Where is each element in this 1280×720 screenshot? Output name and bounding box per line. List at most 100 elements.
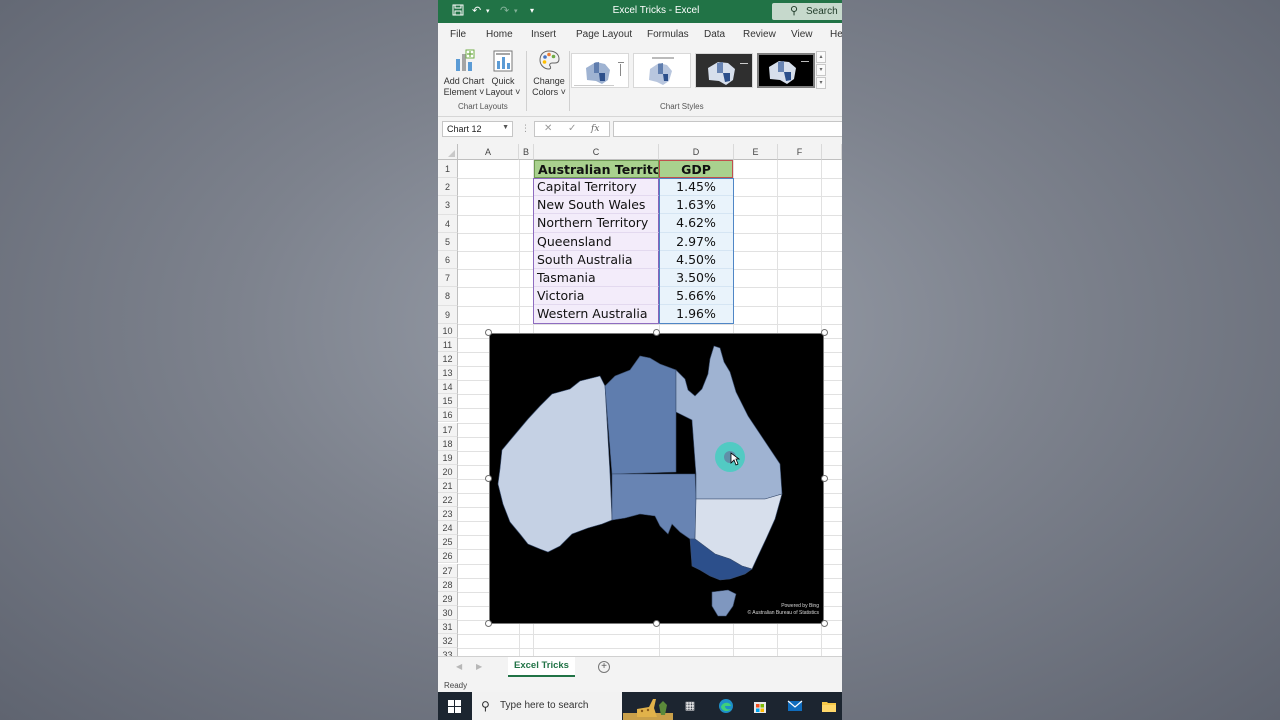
table-cell-gdp[interactable]: 4.50%	[659, 250, 733, 269]
row-header[interactable]: 32	[438, 634, 458, 649]
quick-layout-button[interactable]: Quick Layout ˅	[485, 49, 521, 98]
column-header-e[interactable]: E	[734, 144, 778, 160]
prev-sheet-icon[interactable]: ◀	[456, 662, 462, 671]
tab-formulas[interactable]: Formulas	[647, 29, 689, 40]
tab-review[interactable]: Review	[743, 29, 776, 40]
row-header[interactable]: 6	[438, 251, 458, 270]
chart-resize-handle-bl[interactable]	[485, 620, 492, 627]
chart-style-2-thumbnail[interactable]	[633, 53, 691, 88]
row-header[interactable]: 15	[438, 394, 458, 409]
chart-resize-handle-tr[interactable]	[821, 329, 828, 336]
enter-icon[interactable]: ✓	[568, 123, 576, 134]
map-region-northern-territory[interactable]	[604, 355, 677, 475]
row-header[interactable]: 2	[438, 178, 458, 197]
tab-file[interactable]: File	[450, 29, 466, 40]
row-header[interactable]: 30	[438, 605, 458, 620]
tab-insert[interactable]: Insert	[531, 29, 556, 40]
column-header-c[interactable]: C	[534, 144, 659, 160]
table-cell-territory[interactable]: New South Wales	[534, 196, 659, 215]
table-cell-territory[interactable]: Northern Territory	[534, 214, 659, 233]
chart-resize-handle-tc[interactable]	[653, 329, 660, 336]
row-header[interactable]: 18	[438, 436, 458, 451]
gallery-up-icon[interactable]: ▴	[816, 51, 826, 63]
row-header[interactable]: 21	[438, 478, 458, 493]
sheet-tab-excel-tricks[interactable]: Excel Tricks	[508, 657, 575, 677]
table-cell-gdp[interactable]: 5.66%	[659, 287, 733, 306]
table-cell-territory[interactable]: Queensland	[534, 232, 659, 251]
row-header[interactable]: 10	[438, 323, 458, 338]
cancel-icon[interactable]: ✕	[544, 123, 552, 134]
gallery-scroll[interactable]: ▴ ▾ ▾	[816, 51, 826, 91]
windows-start-icon[interactable]	[448, 700, 461, 713]
row-header[interactable]: 29	[438, 591, 458, 606]
row-header[interactable]: 17	[438, 422, 458, 437]
row-header[interactable]: 25	[438, 535, 458, 550]
select-all-corner[interactable]	[438, 144, 458, 160]
name-box-dropdown-icon[interactable]: ▼	[502, 124, 509, 131]
tab-page-layout[interactable]: Page Layout	[576, 29, 632, 40]
row-header[interactable]: 8	[438, 287, 458, 306]
add-sheet-button[interactable]: +	[598, 661, 610, 673]
table-header-gdp[interactable]: GDP	[659, 160, 733, 178]
chart-style-3-thumbnail[interactable]	[695, 53, 753, 88]
row-header[interactable]: 7	[438, 269, 458, 288]
table-cell-territory[interactable]: Western Australia	[534, 305, 659, 324]
row-header[interactable]: 33	[438, 648, 458, 656]
taskbar-search[interactable]: ⚲ Type here to search	[472, 692, 622, 720]
column-header-f[interactable]: F	[778, 144, 822, 160]
table-cell-gdp[interactable]: 1.96%	[659, 305, 733, 324]
table-cell-gdp[interactable]: 2.97%	[659, 232, 733, 251]
file-explorer-icon[interactable]	[821, 698, 837, 714]
row-header[interactable]: 12	[438, 352, 458, 367]
row-header[interactable]: 26	[438, 549, 458, 564]
map-region-tasmania[interactable]	[711, 589, 737, 617]
map-region-western-australia[interactable]	[497, 375, 613, 553]
table-cell-territory[interactable]: Tasmania	[534, 269, 659, 288]
row-header[interactable]: 24	[438, 521, 458, 536]
name-box[interactable]: Chart 12 ▼	[442, 121, 513, 137]
row-header[interactable]: 19	[438, 450, 458, 465]
row-header[interactable]: 5	[438, 232, 458, 251]
row-header[interactable]: 31	[438, 619, 458, 634]
row-header[interactable]: 27	[438, 563, 458, 578]
chart-resize-handle-tl[interactable]	[485, 329, 492, 336]
tab-home[interactable]: Home	[486, 29, 513, 40]
gallery-down-icon[interactable]: ▾	[816, 64, 826, 76]
column-header-b[interactable]: B	[519, 144, 534, 160]
table-header-territory[interactable]: Australian Territory	[534, 160, 659, 178]
row-header[interactable]: 13	[438, 366, 458, 381]
worksheet-grid[interactable]: A B C D E F 1 2 3 4 5 6 7 8 9 10 11 12 13 14 15 16 17 18 1…	[438, 144, 842, 656]
row-header[interactable]: 23	[438, 507, 458, 522]
insert-function-icon[interactable]: fx	[591, 124, 599, 134]
row-header[interactable]: 20	[438, 464, 458, 479]
table-cell-territory[interactable]: Capital Territory	[534, 178, 659, 197]
row-header[interactable]: 3	[438, 196, 458, 215]
column-header-a[interactable]: A	[458, 144, 519, 160]
row-header[interactable]: 4	[438, 214, 458, 233]
change-colors-button[interactable]: Change Colors ˅	[530, 49, 568, 98]
map-chart[interactable]: Powered by Bing © Australian Bureau of S…	[489, 333, 824, 624]
row-header[interactable]: 16	[438, 408, 458, 423]
formula-bar-grip-icon[interactable]: ⋮	[521, 123, 530, 134]
table-cell-gdp[interactable]: 1.45%	[659, 178, 733, 197]
table-cell-territory[interactable]: South Australia	[534, 250, 659, 269]
tab-data[interactable]: Data	[704, 29, 725, 40]
chart-resize-handle-ml[interactable]	[485, 475, 492, 482]
row-header[interactable]: 1	[438, 160, 458, 179]
add-chart-element-button[interactable]: Add Chart Element ˅	[443, 49, 485, 98]
row-header[interactable]: 28	[438, 577, 458, 592]
row-header[interactable]: 9	[438, 305, 458, 324]
edge-browser-icon[interactable]	[718, 698, 734, 714]
table-cell-gdp[interactable]: 1.63%	[659, 196, 733, 215]
row-header[interactable]: 11	[438, 337, 458, 352]
tab-help[interactable]: He	[830, 29, 842, 40]
chart-resize-handle-br[interactable]	[821, 620, 828, 627]
search-box[interactable]: ⚲ Search	[772, 3, 842, 20]
table-cell-gdp[interactable]: 3.50%	[659, 269, 733, 288]
chart-resize-handle-mr[interactable]	[821, 475, 828, 482]
column-header-g[interactable]	[822, 144, 842, 160]
chart-style-4-thumbnail-selected[interactable]	[757, 53, 815, 88]
tab-view[interactable]: View	[791, 29, 813, 40]
chart-resize-handle-bc[interactable]	[653, 620, 660, 627]
mail-icon[interactable]	[787, 698, 803, 714]
